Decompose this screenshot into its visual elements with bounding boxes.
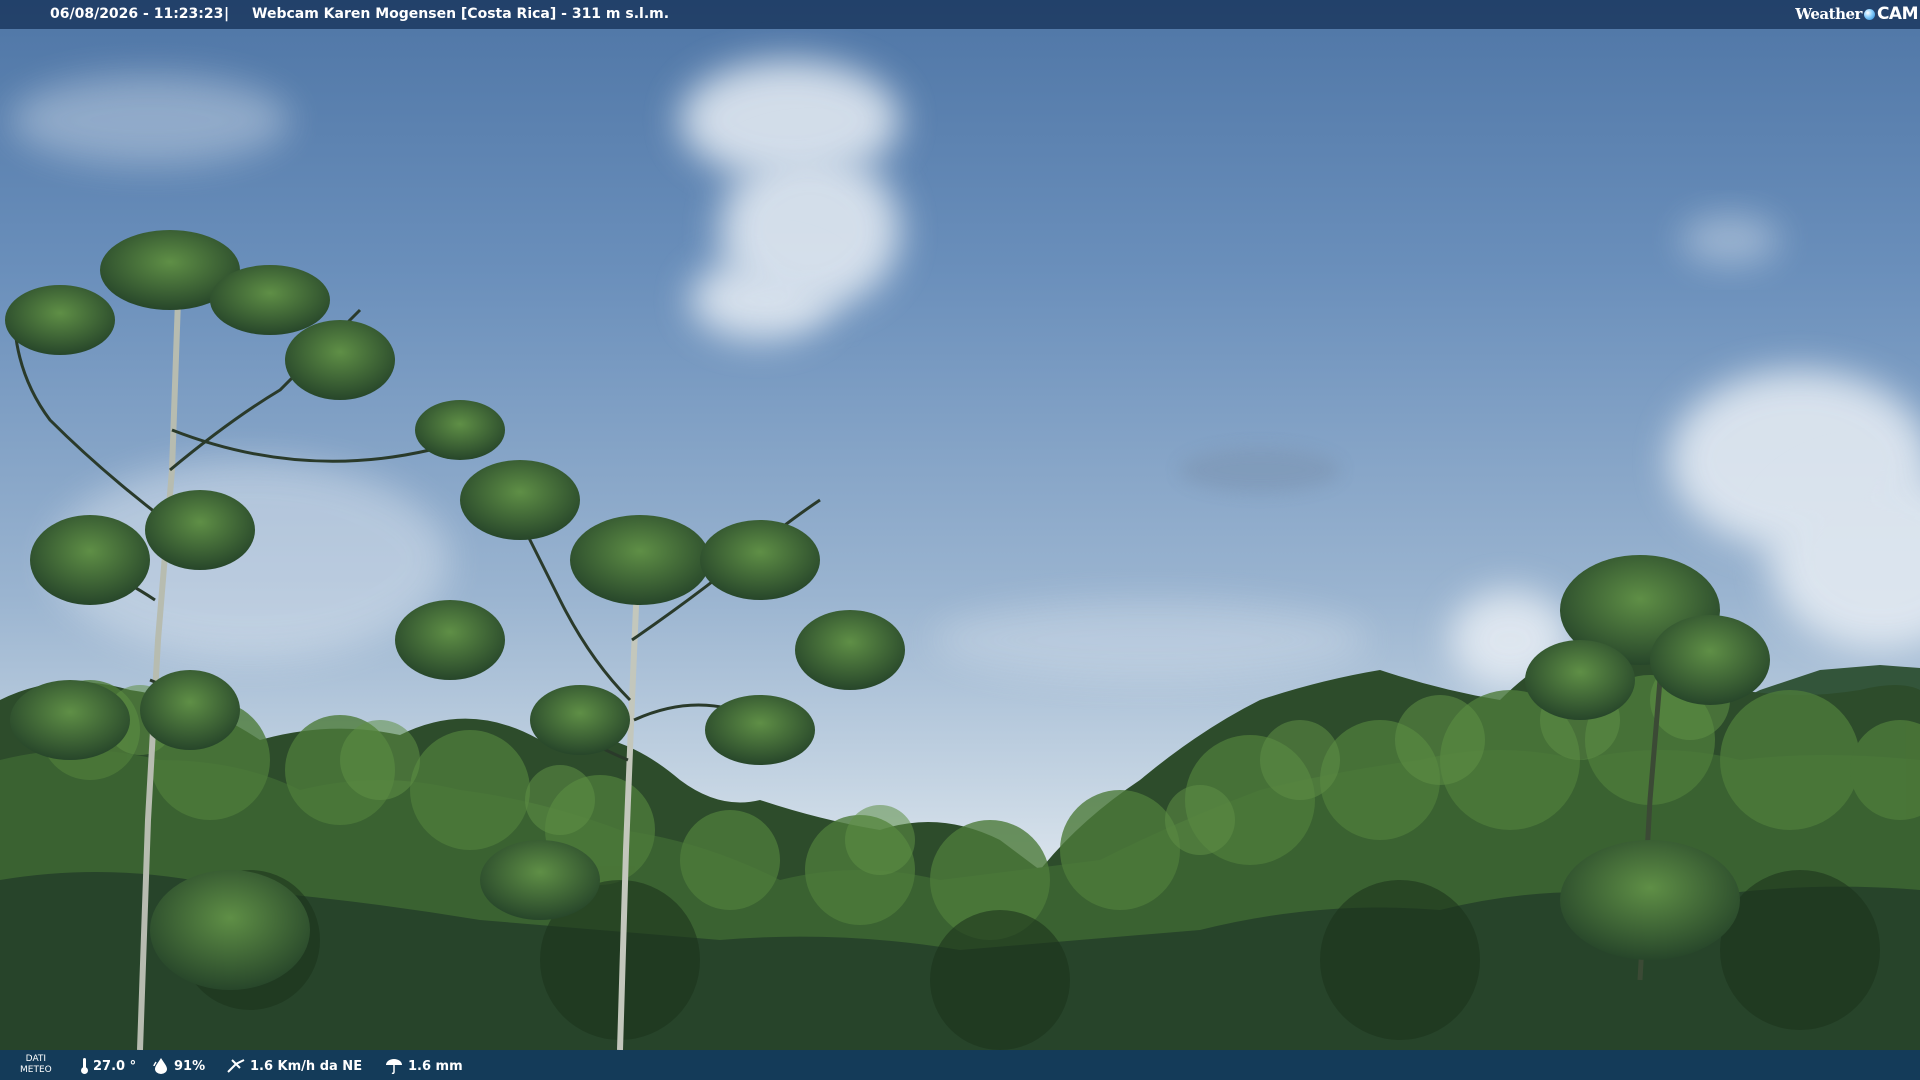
- webcam-scene: [0, 60, 1920, 1080]
- thermometer-icon: [81, 1058, 88, 1074]
- wind-icon: [227, 1059, 245, 1073]
- cloud: [1680, 215, 1780, 265]
- temperature-reading: 27.0 °: [80, 1058, 136, 1074]
- cloud: [10, 75, 290, 165]
- humidity-reading: 91%: [152, 1058, 205, 1074]
- weather-data-bar: DATI METEO 27.0 ° 91% 1.6 Km/h da NE 1.6…: [0, 1050, 1920, 1080]
- rain-reading: 1.6 mm: [384, 1058, 463, 1074]
- rain-value: 1.6 mm: [408, 1058, 463, 1074]
- header-bar: 06/08/2026 - 11:23:23 | Webcam Karen Mog…: [0, 0, 1920, 29]
- timestamp: 06/08/2026 - 11:23:23: [50, 6, 224, 22]
- weathercam-logo[interactable]: Weather CAM: [1795, 3, 1918, 25]
- brand-cam: CAM: [1876, 4, 1919, 24]
- cloud: [690, 260, 830, 340]
- wind-reading: 1.6 Km/h da NE: [226, 1058, 362, 1074]
- dati-meteo-label[interactable]: DATI METEO: [20, 1054, 52, 1076]
- weathercam-logo-icon: [1863, 8, 1875, 20]
- cloud: [1180, 448, 1340, 492]
- dati-label-line1: DATI: [25, 1054, 47, 1064]
- webcam-frame: 06/08/2026 - 11:23:23 | Webcam Karen Mog…: [0, 0, 1920, 1080]
- dati-label-line2: METEO: [20, 1065, 52, 1075]
- header-separator: |: [224, 6, 230, 22]
- temperature-value: 27.0 °: [93, 1058, 137, 1074]
- webcam-title: Webcam Karen Mogensen [Costa Rica] - 311…: [252, 6, 670, 22]
- wind-value: 1.6 Km/h da NE: [250, 1058, 363, 1074]
- brand-word: Weather: [1795, 5, 1862, 23]
- humidity-icon: [153, 1058, 167, 1074]
- rain-icon: [386, 1059, 402, 1074]
- humidity-value: 91%: [174, 1058, 206, 1074]
- cloud: [930, 600, 1370, 680]
